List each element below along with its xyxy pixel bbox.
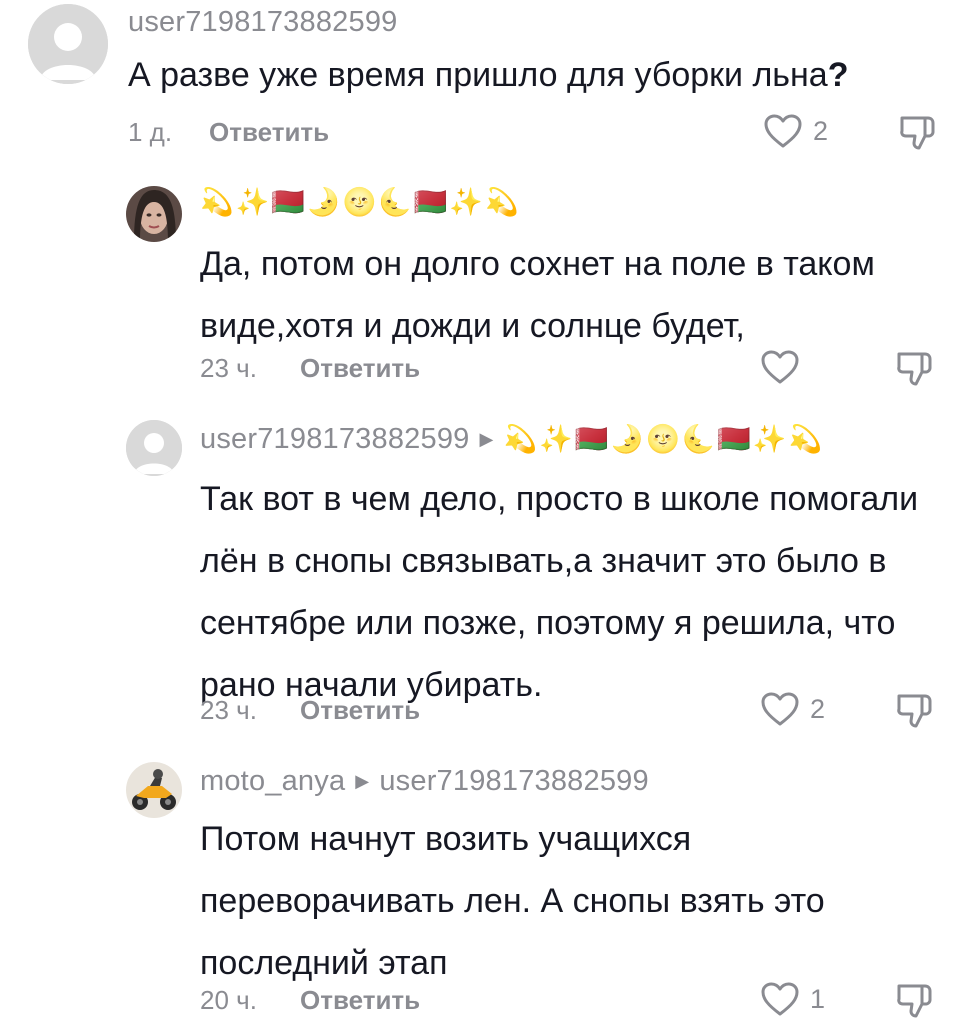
like-count: 1	[810, 983, 826, 1014]
comment-timestamp: 23 ч.	[200, 353, 257, 383]
comment-username[interactable]: user7198173882599 ▶ 💫✨🇧🇾🌛🌝🌜🇧🇾✨💫	[200, 423, 824, 456]
avatar[interactable]	[126, 420, 182, 476]
like-button[interactable]: 2	[763, 108, 828, 154]
thumbs-down-icon	[897, 352, 932, 386]
thumbs-down-icon	[897, 984, 932, 1018]
dislike-button[interactable]	[898, 112, 940, 154]
avatar[interactable]	[126, 186, 182, 242]
triangle-right-icon: ▶	[479, 429, 494, 449]
default-avatar-icon	[126, 420, 182, 476]
comment-text: А разве уже время пришло для уборки льна…	[128, 56, 849, 94]
reply-button[interactable]: Ответить	[300, 985, 420, 1016]
comment-username[interactable]: user7198173882599	[128, 6, 397, 39]
comment-username[interactable]: moto_anya ▶ user7198173882599	[200, 765, 649, 798]
like-button[interactable]	[760, 344, 810, 390]
triangle-right-icon: ▶	[355, 771, 370, 791]
like-count: 2	[810, 693, 826, 724]
heart-outline-icon	[764, 114, 802, 148]
thumbs-down-icon	[900, 116, 935, 150]
like-button[interactable]: 2	[760, 686, 825, 732]
heart-outline-icon	[761, 692, 799, 726]
comment-username[interactable]: 💫✨🇧🇾🌛🌝🌜🇧🇾✨💫	[200, 186, 521, 219]
profile-photo	[126, 186, 182, 242]
comment-text: Потом начнут возить учащихся переворачив…	[200, 820, 825, 982]
dislike-button[interactable]	[895, 348, 937, 390]
heart-outline-icon	[761, 350, 799, 384]
default-avatar-icon	[28, 4, 108, 84]
reply-button[interactable]: Ответить	[209, 117, 329, 148]
comment-text: Так вот в чем дело, просто в школе помог…	[200, 480, 919, 704]
heart-outline-icon	[761, 982, 799, 1016]
like-count: 2	[813, 115, 829, 146]
dislike-button[interactable]	[895, 980, 937, 1022]
comment-timestamp: 23 ч.	[200, 695, 257, 725]
dislike-button[interactable]	[895, 690, 937, 732]
avatar[interactable]	[28, 4, 108, 84]
like-button[interactable]: 1	[760, 976, 825, 1022]
comment-timestamp: 20 ч.	[200, 985, 257, 1015]
reply-button[interactable]: Ответить	[300, 353, 420, 384]
reply-button[interactable]: Ответить	[300, 695, 420, 726]
comment-text: Да, потом он долго сохнет на поле в тако…	[200, 245, 875, 345]
motorcycle-photo	[126, 762, 182, 818]
avatar[interactable]	[126, 762, 182, 818]
comment-timestamp: 1 д.	[128, 117, 173, 147]
thumbs-down-icon	[897, 694, 932, 728]
